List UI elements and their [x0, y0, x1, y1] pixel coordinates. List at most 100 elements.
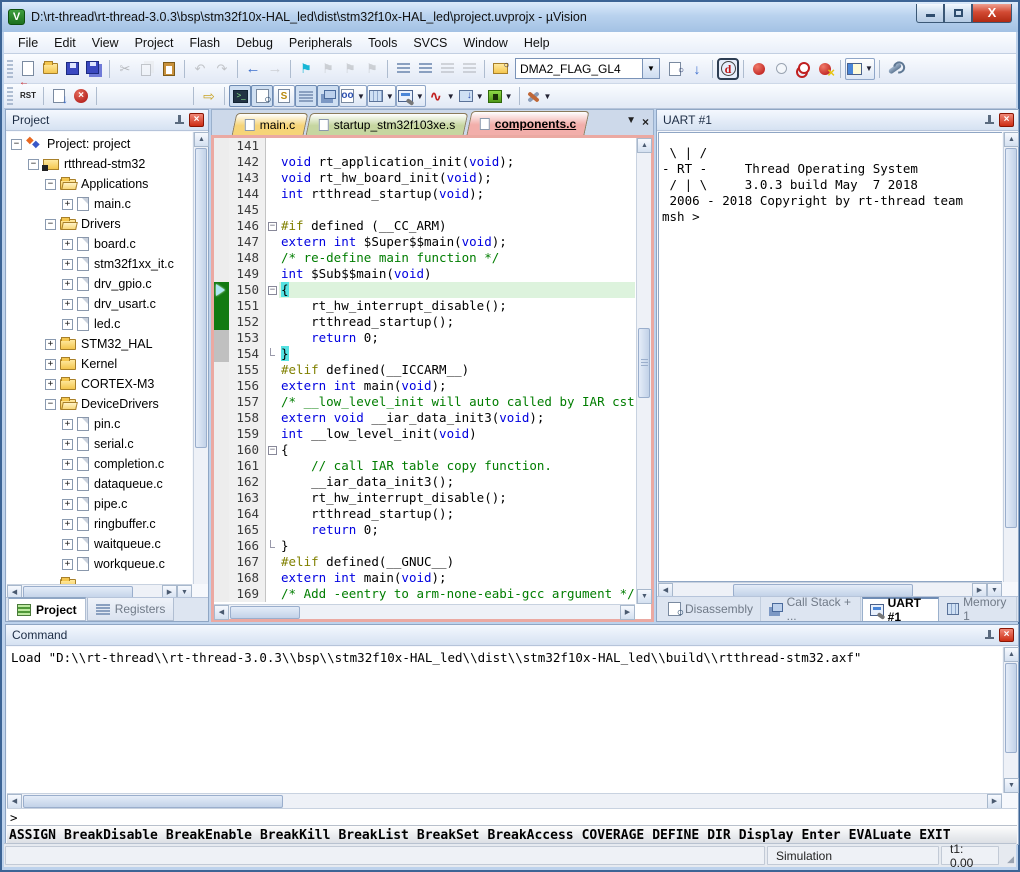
dropdown-arrow-icon[interactable]: ▼ [865, 64, 873, 73]
start-stop-debug-button[interactable]: d [717, 58, 739, 80]
tree-item-devicedrivers[interactable]: −DeviceDrivers [7, 394, 192, 414]
command-button-display[interactable]: Display [739, 828, 794, 843]
editor-vscrollbar[interactable]: ▲ ▼ [636, 138, 651, 604]
command-button-breakset[interactable]: BreakSet [417, 828, 480, 843]
disassembly-window-button[interactable] [251, 85, 273, 107]
insert-breakpoint-button[interactable] [748, 58, 770, 80]
dropdown-arrow-icon[interactable]: ▼ [416, 92, 424, 101]
minimize-button[interactable] [916, 4, 944, 23]
menu-file[interactable]: File [10, 33, 46, 53]
uart-vscrollbar[interactable]: ▲ [1003, 132, 1018, 582]
redo-button[interactable] [211, 58, 233, 80]
tree-item-drv-gpio-c[interactable]: +drv_gpio.c [7, 274, 192, 294]
menu-debug[interactable]: Debug [228, 33, 281, 53]
system-viewer-button[interactable]: ▼ [486, 85, 515, 107]
run-button[interactable] [48, 85, 70, 107]
expand-icon[interactable]: + [45, 339, 56, 350]
window-layout-button[interactable]: ▼ [845, 58, 875, 80]
tree-item-serial-c[interactable]: +serial.c [7, 434, 192, 454]
pin-icon[interactable] [983, 629, 996, 642]
dropdown-arrow-icon[interactable]: ▼ [476, 92, 484, 101]
menu-svcs[interactable]: SVCS [405, 33, 455, 53]
expand-icon[interactable]: + [45, 379, 56, 390]
dropdown-arrow-icon[interactable]: ▼ [505, 92, 513, 101]
tree-item-main-c[interactable]: +main.c [7, 194, 192, 214]
navigate-forward-button[interactable] [264, 58, 286, 80]
expand-icon[interactable]: + [62, 259, 73, 270]
indent-button[interactable] [392, 58, 414, 80]
undo-button[interactable] [189, 58, 211, 80]
tree-item-item[interactable] [7, 574, 192, 584]
command-button-define[interactable]: DEFINE [652, 828, 699, 843]
tree-item-applications[interactable]: −Applications [7, 174, 192, 194]
scroll-up-icon[interactable]: ▲ [1004, 132, 1019, 147]
command-button-exit[interactable]: EXIT [919, 828, 950, 843]
menu-help[interactable]: Help [516, 33, 558, 53]
command-button-breakenable[interactable]: BreakEnable [166, 828, 252, 843]
collapse-icon[interactable]: − [45, 219, 56, 230]
menu-edit[interactable]: Edit [46, 33, 84, 53]
collapse-icon[interactable]: − [11, 139, 22, 150]
expand-icon[interactable]: + [62, 279, 73, 290]
kill-all-breakpoints-button[interactable] [814, 58, 836, 80]
uncomment-button[interactable] [458, 58, 480, 80]
stop-button[interactable]: × [70, 85, 92, 107]
fold-collapse-icon[interactable]: − [268, 446, 277, 455]
tree-item-board-c[interactable]: +board.c [7, 234, 192, 254]
document-tab-components-c[interactable]: components.c [466, 111, 589, 135]
navigate-back-button[interactable] [242, 58, 264, 80]
tree-item-pipe-c[interactable]: +pipe.c [7, 494, 192, 514]
menu-tools[interactable]: Tools [360, 33, 405, 53]
command-output[interactable]: Load "D:\\rt-thread\\rt-thread-3.0.3\\bs… [7, 647, 1002, 793]
incremental-find-button[interactable] [686, 58, 708, 80]
expand-icon[interactable]: + [62, 459, 73, 470]
step-out-button[interactable] [145, 85, 167, 107]
find-in-files-results-button[interactable] [664, 58, 686, 80]
tree-item-kernel[interactable]: +Kernel [7, 354, 192, 374]
serial-window-button[interactable]: ▼ [396, 85, 426, 107]
expand-icon[interactable]: + [62, 479, 73, 490]
command-button-evaluate[interactable]: EVALuate [849, 828, 912, 843]
tree-item-pin-c[interactable]: +pin.c [7, 414, 192, 434]
scroll-down-icon[interactable]: ▼ [637, 589, 652, 604]
tree-item-completion-c[interactable]: +completion.c [7, 454, 192, 474]
pin-icon[interactable] [983, 114, 996, 127]
show-next-statement-button[interactable] [198, 85, 220, 107]
resize-grip[interactable]: ◢ [1000, 844, 1016, 867]
expand-icon[interactable]: + [62, 239, 73, 250]
tree-item-rtthread-stm32[interactable]: −rtthread-stm32 [7, 154, 192, 174]
expand-icon[interactable]: + [62, 559, 73, 570]
close-icon[interactable]: × [189, 113, 204, 127]
reset-button[interactable]: RST [17, 85, 39, 107]
command-button-assign[interactable]: ASSIGN [9, 828, 56, 843]
tree-item-workqueue-c[interactable]: +workqueue.c [7, 554, 192, 574]
tree-item-dataqueue-c[interactable]: +dataqueue.c [7, 474, 192, 494]
debug-toolbox-button[interactable]: ▼ [524, 85, 554, 107]
collapse-icon[interactable]: − [45, 399, 56, 410]
scroll-left-icon[interactable]: ◀ [7, 794, 22, 809]
scroll-left-icon[interactable]: ◀ [214, 605, 229, 620]
callstack-window-button[interactable] [317, 85, 339, 107]
next-bookmark-button[interactable] [339, 58, 361, 80]
maximize-button[interactable] [944, 4, 972, 23]
tree-item-stm32f1xx-it-c[interactable]: +stm32f1xx_it.c [7, 254, 192, 274]
command-button-dir[interactable]: DIR [707, 828, 730, 843]
configure-target-button[interactable] [884, 58, 906, 80]
find-in-files-button[interactable] [489, 58, 511, 80]
document-tab-startup-stm32f103xe-s[interactable]: startup_stm32f103xe.s [306, 113, 469, 135]
cut-button[interactable] [114, 58, 136, 80]
command-button-breakaccess[interactable]: BreakAccess [488, 828, 574, 843]
expand-icon[interactable]: + [62, 539, 73, 550]
close-icon[interactable]: × [999, 628, 1014, 642]
expand-icon[interactable]: + [62, 419, 73, 430]
tab-list-dropdown-icon[interactable]: ▼ [626, 115, 636, 129]
fold-collapse-icon[interactable]: − [268, 286, 277, 295]
scroll-down-icon[interactable]: ▼ [1004, 778, 1019, 793]
scroll-right-icon[interactable]: ▶ [987, 794, 1002, 809]
tab-disassembly[interactable]: Disassembly [661, 597, 761, 621]
comment-button[interactable] [436, 58, 458, 80]
enable-breakpoint-button[interactable] [770, 58, 792, 80]
editor-hscrollbar[interactable]: ◀ ▶ [214, 604, 635, 619]
expand-icon[interactable]: + [62, 319, 73, 330]
copy-button[interactable] [136, 58, 158, 80]
